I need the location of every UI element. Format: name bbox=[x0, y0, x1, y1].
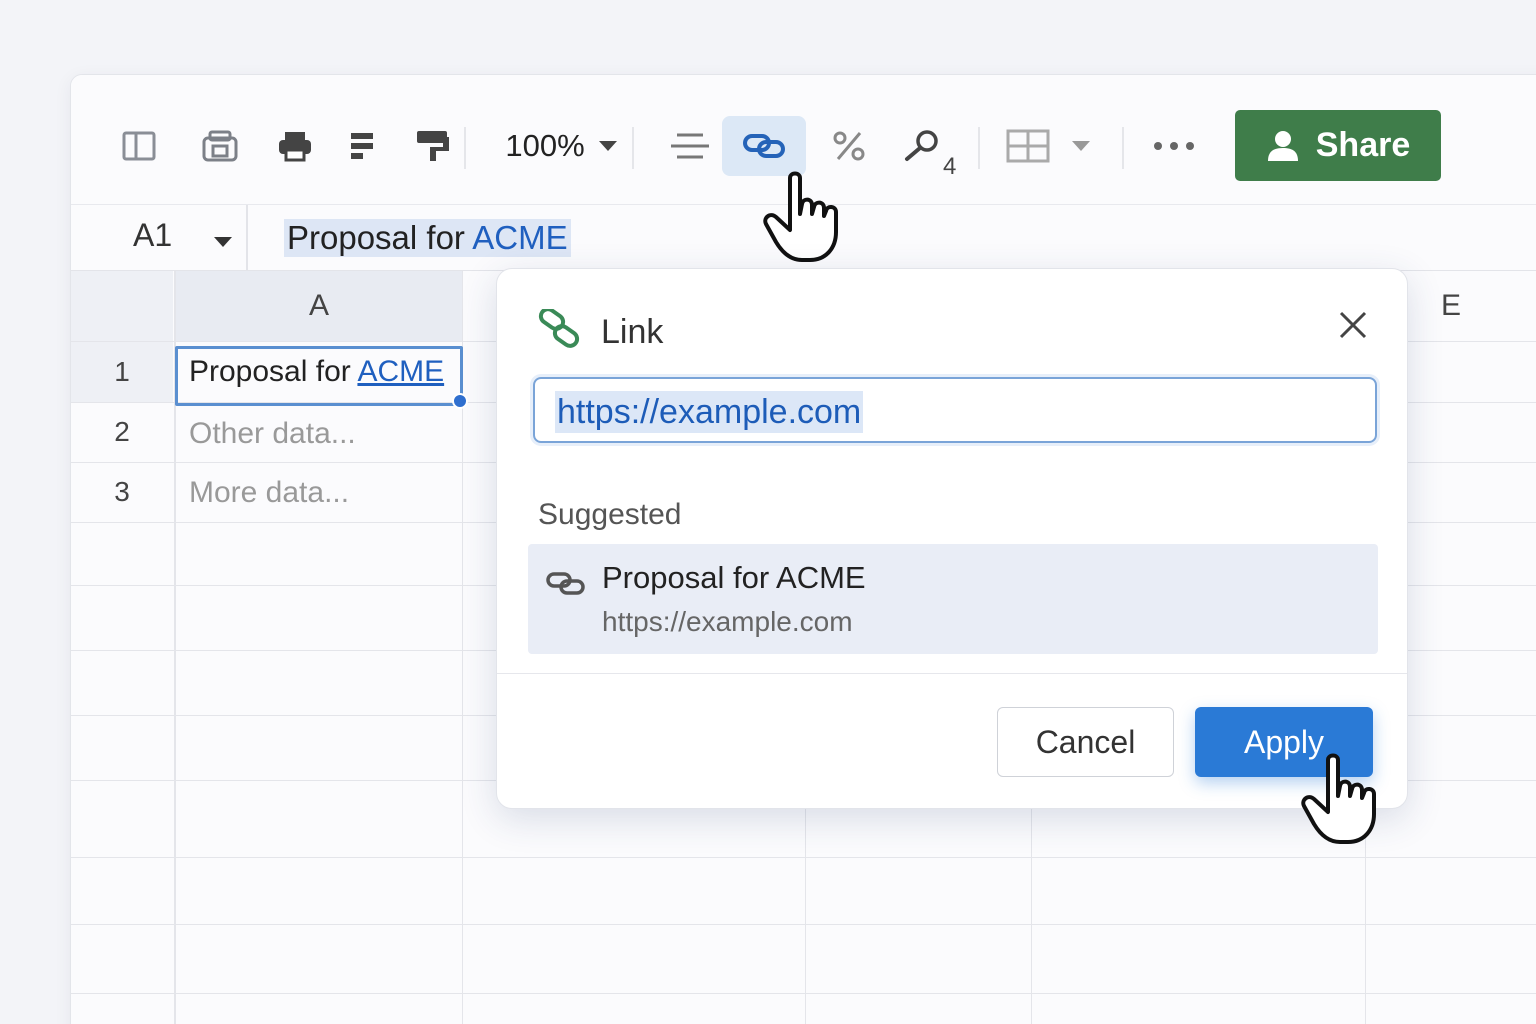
chevron-down-icon bbox=[214, 237, 232, 247]
chevron-down-icon bbox=[598, 141, 617, 151]
column-header-e[interactable]: E bbox=[1411, 271, 1491, 341]
cancel-button[interactable]: Cancel bbox=[997, 707, 1174, 777]
column-header-a[interactable]: A bbox=[175, 271, 463, 341]
hand-cursor-icon bbox=[1301, 753, 1376, 844]
formula-link-text: ACME bbox=[472, 219, 568, 256]
suggested-heading: Suggested bbox=[538, 498, 682, 531]
percent-icon[interactable] bbox=[827, 115, 871, 177]
link-icon bbox=[546, 572, 585, 595]
link-icon bbox=[538, 309, 580, 348]
cell-a3[interactable]: More data... bbox=[189, 476, 349, 510]
url-input-value: https://example.com bbox=[555, 391, 864, 433]
borders-select[interactable] bbox=[1003, 115, 1093, 177]
save-icon[interactable] bbox=[199, 115, 241, 177]
more-icon[interactable] bbox=[1149, 115, 1199, 177]
cell-a2[interactable]: Other data... bbox=[189, 417, 356, 451]
link-dialog: Link https://example.com Suggested Propo… bbox=[496, 268, 1408, 809]
suggestion-item[interactable]: Proposal for ACME https://example.com bbox=[528, 544, 1378, 654]
align-icon[interactable] bbox=[667, 115, 713, 177]
fill-handle[interactable] bbox=[452, 393, 468, 409]
formula-text: Proposal for bbox=[287, 219, 473, 256]
zoom-value: 100% bbox=[505, 128, 585, 163]
name-box[interactable]: A1 bbox=[71, 205, 248, 271]
selected-cell-outline bbox=[175, 346, 463, 406]
hand-cursor-icon bbox=[763, 171, 838, 262]
url-input[interactable]: https://example.com bbox=[533, 377, 1377, 443]
cell-reference: A1 bbox=[133, 217, 173, 253]
insert-link-button[interactable] bbox=[722, 116, 806, 176]
zoom-select[interactable]: 100% bbox=[501, 115, 621, 177]
suggestion-url: https://example.com bbox=[602, 606, 853, 637]
row-header-1[interactable]: 1 bbox=[71, 342, 173, 402]
person-icon bbox=[1267, 130, 1298, 161]
suggestion-title: Proposal for ACME bbox=[602, 560, 866, 595]
print-icon[interactable] bbox=[275, 115, 315, 177]
sidebar-icon[interactable] bbox=[119, 115, 159, 177]
formula-input[interactable]: Proposal for ACME bbox=[284, 219, 571, 257]
dialog-title: Link bbox=[601, 313, 664, 351]
row-header-2[interactable]: 2 bbox=[71, 402, 173, 462]
row-header-3[interactable]: 3 bbox=[71, 462, 173, 522]
paint-format-icon[interactable] bbox=[413, 115, 453, 177]
chevron-down-icon bbox=[1072, 141, 1090, 151]
link-icon bbox=[743, 134, 785, 158]
share-label: Share bbox=[1315, 126, 1411, 164]
search-icon[interactable] bbox=[901, 115, 945, 177]
format-icon[interactable] bbox=[347, 115, 377, 177]
close-icon[interactable] bbox=[1337, 309, 1369, 341]
borders-icon bbox=[1006, 129, 1050, 163]
share-button[interactable]: Share bbox=[1235, 110, 1441, 181]
search-badge: 4 bbox=[943, 153, 957, 180]
